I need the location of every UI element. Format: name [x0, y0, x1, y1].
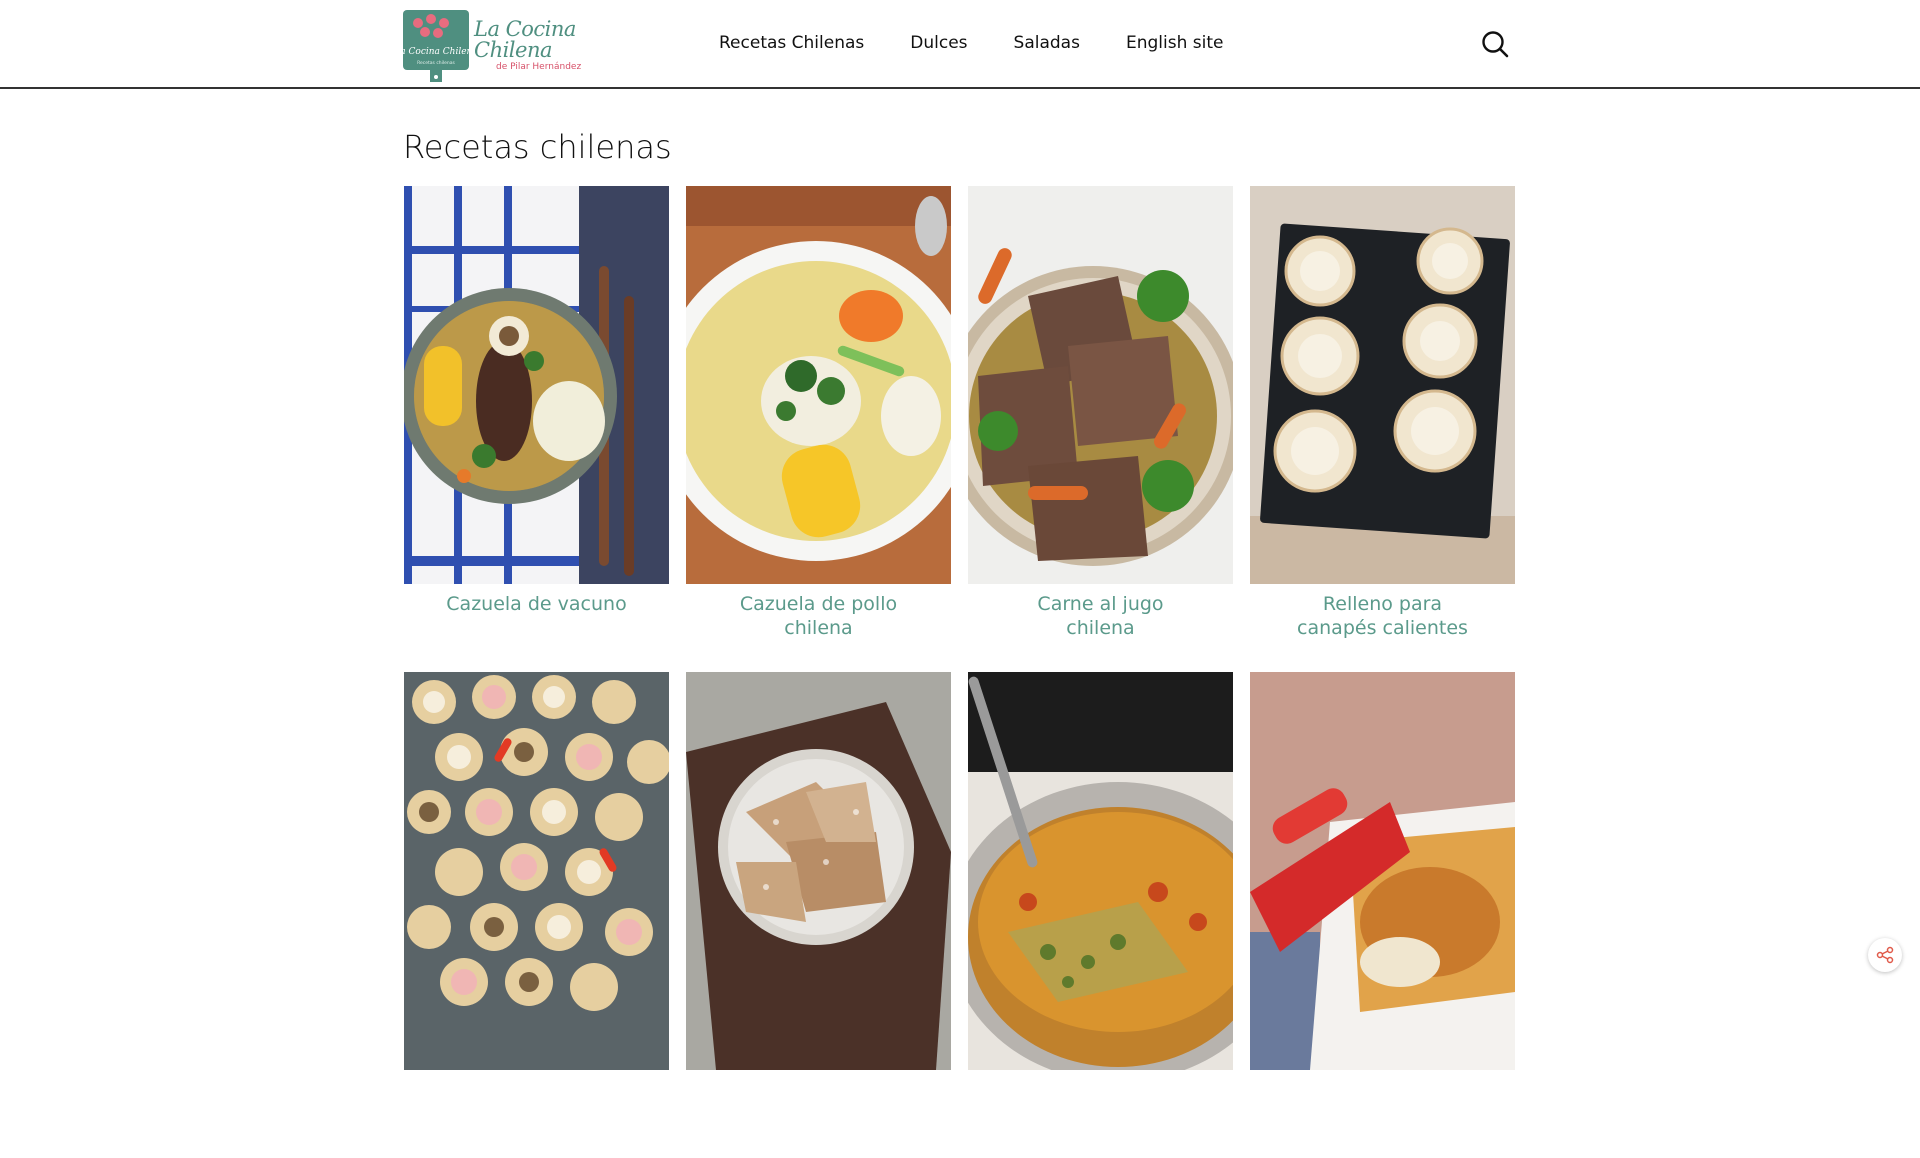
share-button[interactable]	[1868, 938, 1902, 972]
nav-english-site[interactable]: English site	[1126, 33, 1224, 53]
logo-subtitle: de Pilar Hernández	[496, 61, 582, 72]
recipe-card-cazuela-de-pollo[interactable]: Cazuela de pollo chilena	[686, 186, 951, 672]
logo-title: La Cocina Chilena	[474, 16, 576, 62]
zucchini-frittata-photo[interactable]	[968, 672, 1233, 1070]
logo-badge-icon: La Cocina Chilena Recetas chilenas	[393, 10, 478, 82]
recipe-title[interactable]: Relleno para canapés calientes	[1250, 592, 1515, 640]
recipe-card-casserole[interactable]	[1250, 672, 1515, 1158]
page-title: Recetas chilenas	[403, 128, 672, 166]
site-header: La Cocina Chilena Recetas chilenas La Co…	[0, 0, 1920, 89]
main-nav: Recetas Chilenas Dulces Saladas English …	[719, 33, 1269, 53]
recipe-card-frittata[interactable]	[968, 672, 1233, 1158]
logo-badge-text: La Cocina Chilena	[403, 47, 469, 57]
recipe-card-canapes-platter[interactable]	[404, 672, 669, 1158]
search-icon	[1482, 31, 1509, 58]
recipe-card-calzones-rotos[interactable]	[686, 672, 951, 1158]
recipe-card-relleno-canapes[interactable]: Relleno para canapés calientes	[1250, 186, 1515, 672]
logo-text: La Cocina Chilena de Pilar Hernández	[474, 16, 603, 72]
recipe-card-carne-al-jugo[interactable]: Carne al jugo chilena	[968, 186, 1233, 672]
recipe-card-cazuela-de-vacuno[interactable]: Cazuela de vacuno	[404, 186, 669, 672]
hot-canapes-photo[interactable]	[1250, 186, 1515, 584]
recipe-title[interactable]: Carne al jugo chilena	[968, 592, 1233, 640]
nav-saladas[interactable]: Saladas	[1014, 33, 1080, 53]
nav-recetas-chilenas[interactable]: Recetas Chilenas	[719, 33, 864, 53]
logo-badge-small-text: Recetas chilenas	[417, 60, 455, 66]
chicken-cazuela-photo[interactable]	[686, 186, 951, 584]
share-icon	[1876, 946, 1894, 964]
canapes-platter-photo[interactable]	[404, 672, 669, 1070]
recipe-title[interactable]: Cazuela de pollo chilena	[686, 592, 951, 640]
braised-beef-photo[interactable]	[968, 186, 1233, 584]
site-logo[interactable]: La Cocina Chilena Recetas chilenas La Co…	[393, 9, 603, 82]
search-button[interactable]	[1480, 29, 1510, 59]
recipe-grid: Cazuela de vacuno Cazuela de pollo chile…	[404, 186, 1516, 1158]
nav-dulces[interactable]: Dulces	[910, 33, 967, 53]
beef-cazuela-photo[interactable]	[404, 186, 669, 584]
calzones-rotos-photo[interactable]	[686, 672, 951, 1070]
baked-casserole-photo[interactable]	[1250, 672, 1515, 1070]
recipe-title[interactable]: Cazuela de vacuno	[404, 592, 669, 616]
